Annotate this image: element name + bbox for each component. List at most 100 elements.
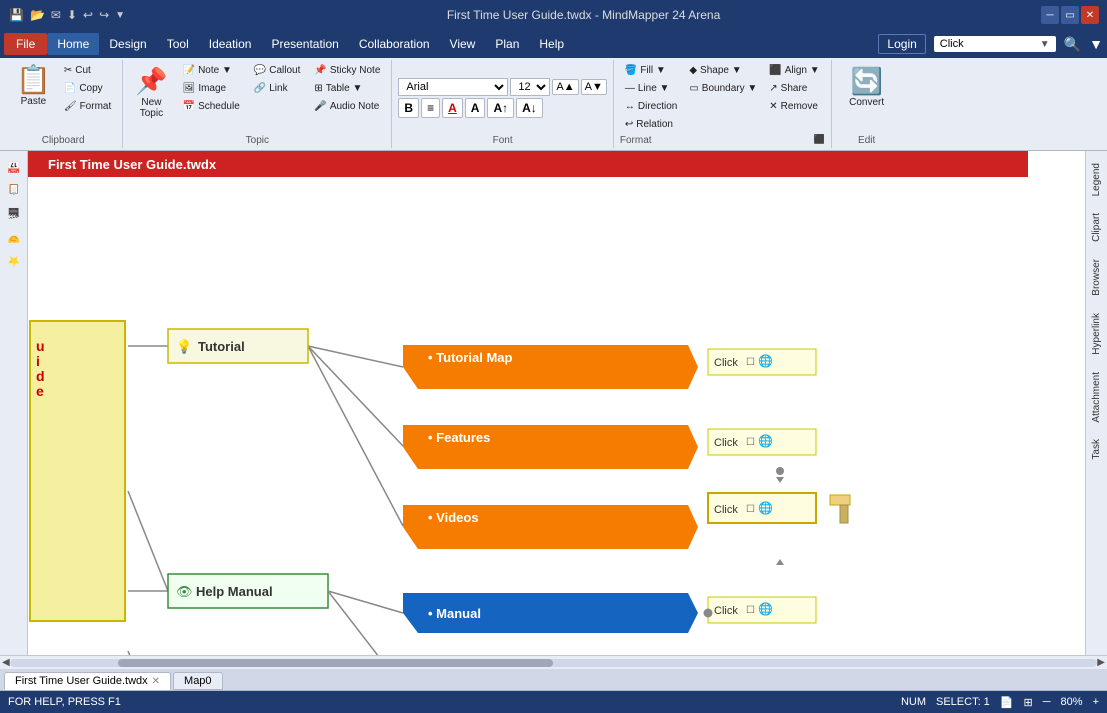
highlight-button[interactable]: A <box>465 98 486 118</box>
menu-help[interactable]: Help <box>529 33 574 55</box>
topic-group: 📌 NewTopic 📝 Note ▼ 🖼 Image 📅 Schedule <box>123 60 392 148</box>
sidebar-calendar[interactable]: 📅 <box>3 155 25 177</box>
sidebar-collaboration[interactable]: 🤝 <box>3 227 25 249</box>
email-icon[interactable]: ✉ <box>51 8 61 22</box>
font-shrink-button[interactable]: A▼ <box>581 79 607 95</box>
menu-view[interactable]: View <box>440 33 486 55</box>
callout-button[interactable]: 💬 Callout <box>249 62 306 79</box>
download-icon[interactable]: ⬇ <box>67 8 77 22</box>
format-content: 🪣 Fill ▼ — Line ▼ ↔ Direction ↩ Relation <box>620 62 825 133</box>
menu-presentation[interactable]: Presentation <box>261 33 348 55</box>
boundary-icon: ▭ <box>689 83 698 94</box>
close-button[interactable]: ✕ <box>1081 6 1099 24</box>
sidebar-project-map[interactable]: ⭐ <box>3 251 25 273</box>
new-topic-label: NewTopic <box>140 97 163 119</box>
scroll-thumb[interactable] <box>118 659 553 667</box>
svg-text:🌐: 🌐 <box>758 354 773 368</box>
scroll-right-arrow[interactable]: ▶ <box>1097 657 1105 668</box>
open-icon[interactable]: 📂 <box>30 8 45 22</box>
menu-file[interactable]: File <box>4 33 47 55</box>
boundary-button[interactable]: ▭ Boundary ▼ <box>684 80 762 97</box>
dropdown-icon[interactable]: ▼ <box>115 10 125 21</box>
undo-icon[interactable]: ↩ <box>83 8 93 22</box>
svg-text:☐: ☐ <box>746 504 755 515</box>
zoom-in-button[interactable]: + <box>1093 696 1099 708</box>
sidebar-attachment[interactable]: Attachment <box>1089 364 1104 431</box>
share-button[interactable]: ↗ Share <box>764 80 824 97</box>
tab-first-time-user-guide[interactable]: First Time User Guide.twdx ✕ <box>4 672 171 690</box>
search-dropdown-icon[interactable]: ▼ <box>1040 39 1050 50</box>
format-button[interactable]: 🖌 Format <box>59 98 116 115</box>
scroll-left-arrow[interactable]: ◀ <box>2 657 10 668</box>
search-icon[interactable]: 🔍 <box>1064 36 1081 53</box>
size-up-button[interactable]: A↑ <box>487 98 514 118</box>
tab-close-1[interactable]: ✕ <box>152 676 160 687</box>
fill-button[interactable]: 🪣 Fill ▼ <box>620 62 682 79</box>
menu-design[interactable]: Design <box>99 33 156 55</box>
zoom-out-button[interactable]: ─ <box>1043 696 1051 708</box>
menu-plan[interactable]: Plan <box>485 33 529 55</box>
menu-ideation[interactable]: Ideation <box>199 33 262 55</box>
align-button[interactable]: ≡ <box>421 98 440 118</box>
svg-text:☐: ☐ <box>746 605 755 616</box>
line-label: Line ▼ <box>638 83 670 94</box>
sidebar-browser[interactable]: Browser <box>1089 251 1104 304</box>
new-topic-button[interactable]: 📌 NewTopic <box>129 62 173 123</box>
quick-access-toolbar: 💾 📂 ✉ ⬇ ↩ ↪ ▼ <box>8 8 126 22</box>
image-button[interactable]: 🖼 Image <box>178 80 245 97</box>
horizontal-scrollbar[interactable]: ◀ ▶ <box>0 655 1107 669</box>
sidebar-clipart[interactable]: Clipart <box>1089 205 1104 250</box>
save-icon[interactable]: 💾 <box>9 8 24 22</box>
svg-text:Click: Click <box>714 357 738 369</box>
font-grow-button[interactable]: A▲ <box>552 79 578 95</box>
help-icon[interactable]: ▼ <box>1089 36 1103 52</box>
schedule-button[interactable]: 📅 Schedule <box>178 98 245 115</box>
line-button[interactable]: — Line ▼ <box>620 80 682 97</box>
scroll-track <box>10 659 1098 667</box>
sticky-note-button[interactable]: 📌 Sticky Note <box>309 62 385 79</box>
left-sidebar: 📅 📋 🎬 🤝 ⭐ <box>0 151 28 655</box>
note-button[interactable]: 📝 Note ▼ <box>178 62 245 79</box>
font-name-select[interactable]: Arial <box>398 78 508 96</box>
direction-button[interactable]: ↔ Direction <box>620 98 682 115</box>
convert-button[interactable]: 🔄 Convert <box>842 62 892 112</box>
window-controls[interactable]: ─ ▭ ✕ <box>1041 6 1099 24</box>
link-button[interactable]: 🔗 Link <box>249 80 306 97</box>
search-input[interactable] <box>940 38 1040 50</box>
menu-tool[interactable]: Tool <box>157 33 199 55</box>
sidebar-task[interactable]: Task <box>1089 431 1104 468</box>
search-box[interactable]: ▼ <box>934 36 1056 52</box>
bold-button[interactable]: B <box>398 98 419 118</box>
redo-icon[interactable]: ↪ <box>99 8 109 22</box>
cut-button[interactable]: ✂ Cut <box>59 62 116 79</box>
paste-button[interactable]: 📋 Paste <box>10 62 57 111</box>
size-down-button[interactable]: A↓ <box>516 98 543 118</box>
table-button[interactable]: ⊞ Table ▼ <box>309 80 385 97</box>
login-button[interactable]: Login <box>878 34 925 54</box>
format-dialog-icon[interactable]: ⬛ <box>813 134 824 145</box>
schedule-icon: 📅 <box>183 101 195 112</box>
shape-button[interactable]: ◆ Shape ▼ <box>684 62 762 79</box>
color-button[interactable]: A <box>442 98 463 118</box>
align-format-button[interactable]: ⬛ Align ▼ <box>764 62 824 79</box>
sidebar-outline[interactable]: 📋 <box>3 179 25 201</box>
remove-button[interactable]: ✕ Remove <box>764 98 824 115</box>
topic-label: Topic <box>246 133 269 146</box>
svg-text:Click: Click <box>714 437 738 449</box>
menu-home[interactable]: Home <box>47 33 99 55</box>
minimize-button[interactable]: ─ <box>1041 6 1059 24</box>
restore-button[interactable]: ▭ <box>1061 6 1079 24</box>
relation-button[interactable]: ↩ Relation <box>620 116 682 133</box>
font-size-select[interactable]: 12 <box>510 78 550 96</box>
edit-group: 🔄 Convert Edit <box>832 60 902 148</box>
relation-icon: ↩ <box>625 119 633 130</box>
copy-button[interactable]: 📄 Copy <box>59 80 116 97</box>
format-icon: 🖌 <box>64 101 77 112</box>
sidebar-legend[interactable]: Legend <box>1089 155 1104 204</box>
tab-map0[interactable]: Map0 <box>173 672 223 690</box>
audio-note-button[interactable]: 🎤 Audio Note <box>309 98 385 115</box>
format-label: Format <box>620 133 652 146</box>
sidebar-presentation[interactable]: 🎬 <box>3 203 25 225</box>
sidebar-hyperlink[interactable]: Hyperlink <box>1089 305 1104 363</box>
menu-collaboration[interactable]: Collaboration <box>349 33 440 55</box>
